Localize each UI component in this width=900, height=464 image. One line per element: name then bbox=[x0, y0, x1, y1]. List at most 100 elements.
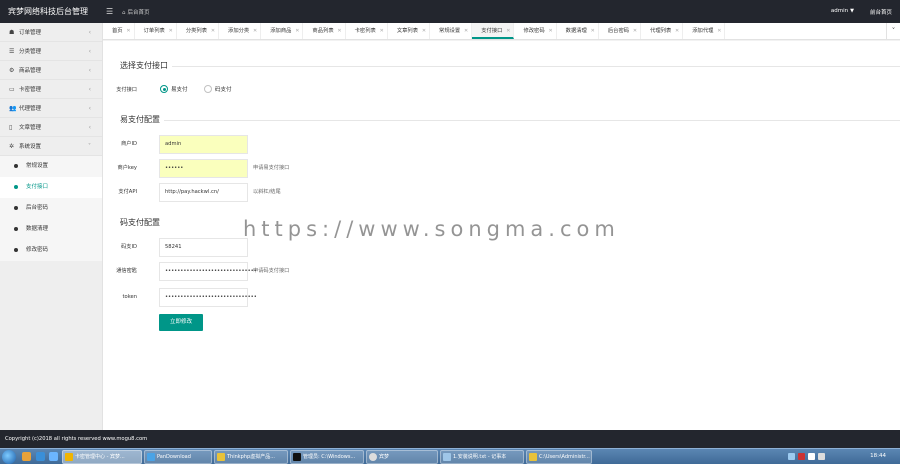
users-icon: 👥 bbox=[9, 105, 17, 112]
section-title: 码支付配置 bbox=[120, 218, 164, 228]
submit-button[interactable]: 立即修改 bbox=[159, 314, 203, 331]
tab-general-settings[interactable]: 常规设置 ✕ bbox=[430, 23, 473, 39]
taskbar-item-label: 宾梦 bbox=[379, 454, 390, 460]
comm-key-hint-link[interactable]: 申请码支付接口 bbox=[253, 262, 289, 281]
close-icon[interactable]: ✕ bbox=[464, 23, 468, 39]
tab-category-list[interactable]: 分类列表 ✕ bbox=[177, 23, 220, 39]
sidebar-item-label: 文章管理 bbox=[19, 125, 42, 131]
merchant-key-hint-link[interactable]: 申请易支付接口 bbox=[253, 159, 289, 178]
close-icon[interactable]: ✕ bbox=[675, 23, 679, 39]
close-icon[interactable]: ✕ bbox=[337, 23, 341, 39]
section-select-payment: 选择支付接口 bbox=[120, 61, 900, 71]
clock[interactable]: 18:44 bbox=[870, 451, 886, 462]
tab-data-cleanup[interactable]: 数据清理 ✕ bbox=[557, 23, 599, 39]
app-icon bbox=[369, 453, 377, 461]
close-icon[interactable]: ✕ bbox=[591, 23, 595, 39]
token-input[interactable]: •••••••••••••••••••••••••••••• bbox=[159, 288, 257, 307]
order-icon: ☗ bbox=[9, 29, 15, 36]
tab-product-list[interactable]: 商品列表 ✕ bbox=[303, 23, 346, 39]
tab-label: 支付接口 bbox=[481, 28, 503, 34]
sidebar-item-categories[interactable]: ☰ 分类管理 ‹ bbox=[0, 42, 102, 61]
sidebar-item-label: 系统设置 bbox=[19, 144, 42, 150]
volume-icon[interactable] bbox=[818, 453, 825, 460]
taskbar-item-notepad[interactable]: 1.安装说明.txt - 记事本 bbox=[440, 450, 524, 464]
close-icon[interactable]: ✕ bbox=[380, 23, 384, 39]
taskbar-item-binmeng[interactable]: 宾梦 bbox=[366, 450, 438, 464]
tab-home[interactable]: 首页 ✕ bbox=[103, 23, 135, 39]
merchant-id-input[interactable]: admin bbox=[159, 135, 248, 154]
tab-add-category[interactable]: 添加分类 ✕ bbox=[219, 23, 262, 39]
taskbar-item-label: 管理员: C:\Windows... bbox=[303, 454, 356, 460]
sidebar-item-orders[interactable]: ☗ 订单管理 ‹ bbox=[0, 23, 102, 42]
browser-icon[interactable] bbox=[36, 452, 45, 461]
taskbar-item-label: 1.安装说明.txt - 记事本 bbox=[453, 454, 507, 460]
sidebar-subitem-general[interactable]: 常规设置 bbox=[0, 156, 102, 177]
chevron-left-icon: ‹ bbox=[88, 67, 91, 74]
chevron-down-icon: ˅ bbox=[88, 143, 91, 150]
taskbar-item-pandownload[interactable]: PanDownload bbox=[144, 450, 212, 464]
folder-icon[interactable] bbox=[22, 452, 31, 461]
close-icon[interactable]: ✕ bbox=[169, 23, 173, 39]
menu-icon[interactable]: ☰ bbox=[106, 7, 113, 16]
pay-api-input[interactable]: http://pay.hackwl.cn/ bbox=[159, 183, 248, 202]
tab-article-list[interactable]: 文章列表 ✕ bbox=[388, 23, 431, 39]
close-icon[interactable]: ✕ bbox=[253, 23, 257, 39]
radio-mapay[interactable]: 码支付 bbox=[204, 85, 232, 93]
tab-label: 文章列表 bbox=[396, 28, 419, 34]
sidebar-subitem-data-cleanup[interactable]: 数据清理 bbox=[0, 219, 102, 240]
taskbar-item-cmd[interactable]: 管理员: C:\Windows... bbox=[290, 450, 364, 464]
close-icon[interactable]: ✕ bbox=[548, 23, 552, 39]
sidebar-item-agents[interactable]: 👥 代理管理 ‹ bbox=[0, 99, 102, 118]
user-menu[interactable]: admin ▼ bbox=[831, 8, 854, 14]
frontend-link[interactable]: 前台首页 bbox=[870, 8, 892, 16]
sidebar-subitem-label: 数据清理 bbox=[26, 226, 49, 232]
network-icon[interactable] bbox=[808, 453, 815, 460]
close-icon[interactable]: ✕ bbox=[506, 23, 510, 39]
close-icon[interactable]: ✕ bbox=[211, 23, 215, 39]
tab-add-agent[interactable]: 添加代理 ✕ bbox=[683, 23, 726, 39]
tab-add-product[interactable]: 添加商品 ✕ bbox=[261, 23, 304, 39]
sidebar-item-articles[interactable]: ▯ 文章管理 ‹ bbox=[0, 118, 102, 137]
close-icon[interactable]: ✕ bbox=[422, 23, 426, 39]
tab-admin-password[interactable]: 后台密码 ✕ bbox=[599, 23, 642, 39]
merchant-key-input[interactable]: •••••• bbox=[159, 159, 248, 178]
tray-icon[interactable] bbox=[798, 453, 805, 460]
tab-change-password[interactable]: 修改密码 ✕ bbox=[514, 23, 557, 39]
sidebar-subitem-admin-password[interactable]: 后台密码 bbox=[0, 198, 102, 219]
sidebar-subitem-change-password[interactable]: 修改密码 bbox=[0, 240, 102, 261]
home-link[interactable]: ⌂ 后台首页 bbox=[122, 8, 150, 16]
tab-label: 分类列表 bbox=[185, 28, 208, 34]
close-icon[interactable]: ✕ bbox=[126, 23, 130, 39]
sidebar-item-cards[interactable]: ▭ 卡密管理 ‹ bbox=[0, 80, 102, 99]
radio-label: 易支付 bbox=[171, 87, 188, 93]
main-content: 选择支付接口 支付接口 易支付 码支付 易支付配置 商户ID admin 商户k… bbox=[103, 41, 900, 430]
close-icon[interactable]: ✕ bbox=[633, 23, 637, 39]
taskbar-item-thinkphp[interactable]: Thinkphp虚拟产品... bbox=[214, 450, 288, 464]
tab-agent-list[interactable]: 代理列表 ✕ bbox=[641, 23, 684, 39]
comm-key-input[interactable]: •••••••••••••••••••••••••••••• bbox=[159, 262, 257, 281]
tab-label: 订单列表 bbox=[143, 28, 165, 34]
close-icon[interactable]: ✕ bbox=[295, 23, 299, 39]
taskbar-item-admin[interactable]: 卡密管理中心 - 宾梦... bbox=[62, 450, 142, 464]
brand-title: 宾梦网络科技后台管理 bbox=[8, 7, 88, 16]
radio-epay[interactable]: 易支付 bbox=[160, 85, 188, 93]
start-button[interactable] bbox=[2, 450, 16, 464]
user-name: admin bbox=[830, 8, 849, 14]
chevron-down-icon[interactable]: ˅ bbox=[886, 23, 900, 39]
chevron-left-icon: ‹ bbox=[88, 48, 91, 55]
tab-label: 添加商品 bbox=[270, 28, 292, 34]
tab-order-list[interactable]: 订单列表 ✕ bbox=[135, 23, 177, 39]
taskbar-item-label: Thinkphp虚拟产品... bbox=[227, 454, 275, 460]
tab-label: 卡密列表 bbox=[354, 28, 376, 34]
sidebar-item-system[interactable]: ✲ 系统设置 ˅ bbox=[0, 137, 102, 156]
tab-card-list[interactable]: 卡密列表 ✕ bbox=[346, 23, 388, 39]
sidebar-item-products[interactable]: ⚙ 商品管理 ‹ bbox=[0, 61, 102, 80]
taskbar-item-explorer[interactable]: C:\Users\Administr... bbox=[526, 450, 592, 464]
tab-payment-interface[interactable]: 支付接口 ✕ bbox=[472, 23, 515, 39]
sidebar-subitem-payment[interactable]: 支付接口 bbox=[0, 177, 102, 198]
close-icon[interactable]: ✕ bbox=[717, 23, 721, 39]
tray-icon[interactable] bbox=[788, 453, 795, 460]
code-id-input[interactable]: 58241 bbox=[159, 238, 248, 257]
merchant-id-row: 商户ID admin bbox=[103, 135, 503, 154]
ie-icon[interactable] bbox=[49, 452, 58, 461]
